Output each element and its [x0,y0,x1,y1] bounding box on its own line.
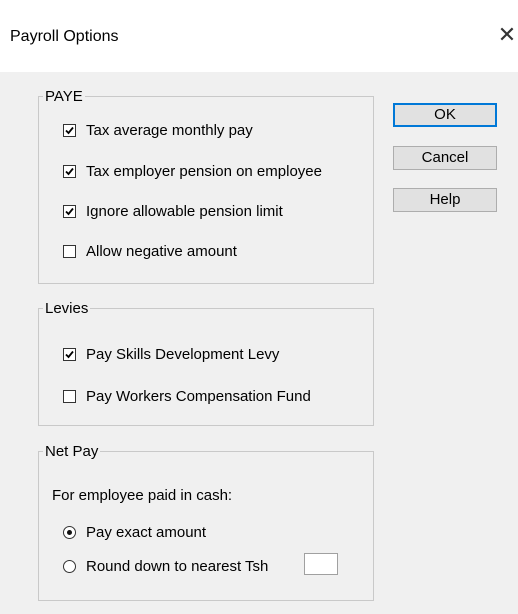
radio-row-round[interactable]: Round down to nearest Tsh [63,555,268,577]
checkbox-label: Pay Skills Development Levy [86,345,280,363]
levies-checkbox-row[interactable]: Pay Skills Development Levy [63,343,279,365]
help-button[interactable]: Help [393,188,497,212]
paye-checkbox-row[interactable]: Tax average monthly pay [63,119,253,141]
checkbox-label: Pay Workers Compensation Fund [86,387,311,405]
radio-label: Pay exact amount [86,523,207,541]
check-icon [65,350,74,358]
checkbox-label: Ignore allowable pension limit [86,202,283,220]
paye-checkbox-row[interactable]: Tax employer pension on employee [63,160,322,182]
checkbox-label: Tax employer pension on employee [86,162,322,180]
paye-group-title: PAYE [45,88,83,105]
radio-selected-dot [67,529,72,535]
checkbox[interactable] [63,347,76,361]
levies-group-title: Levies [45,300,89,317]
title-bar: Payroll Options ✕ [0,0,518,72]
checkbox[interactable] [63,389,76,403]
radio-row-exact[interactable]: Pay exact amount [63,521,206,543]
checkbox[interactable] [63,244,76,258]
round-tsh-input[interactable] [304,553,338,575]
radio-label: Round down to nearest Tsh [86,557,269,575]
check-icon [65,167,74,175]
checkbox[interactable] [63,204,76,218]
netpay-group-title: Net Pay [45,443,99,460]
cancel-button[interactable]: Cancel [393,146,497,170]
paye-checkbox-row[interactable]: Allow negative amount [63,240,237,262]
close-icon[interactable]: ✕ [496,22,518,48]
checkbox[interactable] [63,123,76,137]
paye-checkbox-row[interactable]: Ignore allowable pension limit [63,200,283,222]
checkbox[interactable] [63,164,76,178]
window-title: Payroll Options [10,28,119,45]
check-icon [65,126,74,134]
check-icon [65,207,74,215]
radio-button[interactable] [63,525,76,539]
radio-button[interactable] [63,559,76,573]
levies-checkbox-row[interactable]: Pay Workers Compensation Fund [63,385,311,407]
netpay-prompt: For employee paid in cash: [52,487,233,504]
checkbox-label: Tax average monthly pay [86,121,253,139]
checkbox-label: Allow negative amount [86,242,237,260]
ok-button[interactable]: OK [393,103,497,127]
